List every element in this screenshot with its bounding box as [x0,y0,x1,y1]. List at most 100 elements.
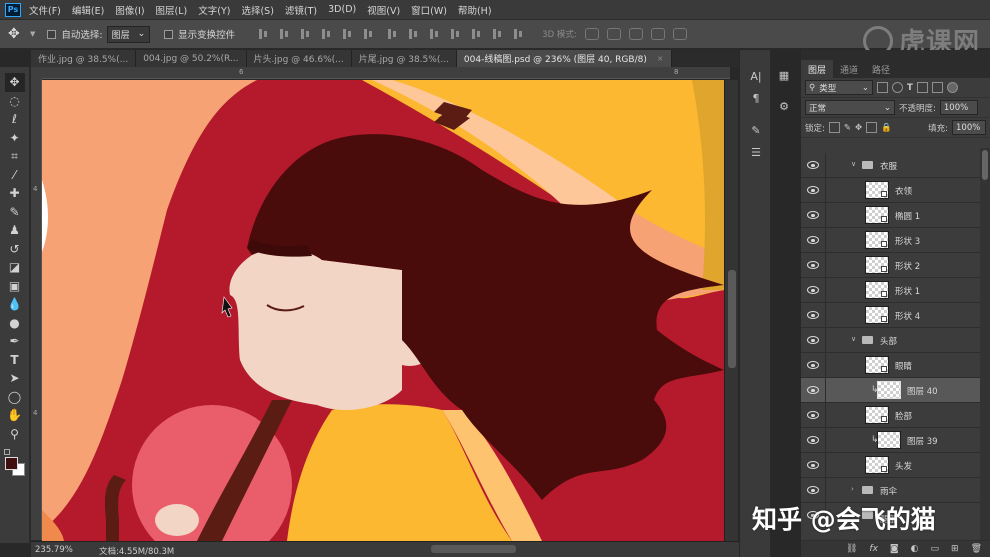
zoom-level[interactable]: 235.79% [35,545,73,555]
new-layer-icon[interactable]: ⊞ [951,544,959,554]
clone-stamp-tool-icon[interactable]: ♟ [5,221,25,240]
visibility-eye-icon[interactable] [807,211,819,219]
tab-document-2[interactable]: 004.jpg @ 50.2%(R... [136,50,247,67]
brush-presets-icon[interactable]: ☰ [748,144,764,160]
distribute-bottom-icon[interactable] [428,28,440,40]
ruler-vertical[interactable]: 4 4 [31,79,42,540]
history-panel-icon[interactable]: ▦ [776,67,792,83]
pen-tool-icon[interactable]: ✒ [5,332,25,351]
menu-type[interactable]: 文字(Y) [198,3,230,17]
horizontal-scrollbar-thumb[interactable] [431,545,516,553]
tab-document-3[interactable]: 片头.jpg @ 46.6%(... [246,50,352,67]
visibility-eye-icon[interactable] [807,336,819,344]
menu-view[interactable]: 视图(V) [367,3,400,17]
foreground-color-swatch[interactable] [4,457,18,470]
align-right-icon[interactable] [362,28,374,40]
add-mask-icon[interactable]: ◙ [890,544,899,554]
layer-row-group[interactable]: ∨ 头部 [801,328,990,353]
lock-position-icon[interactable]: ✥ [855,123,862,133]
brush-tool-icon[interactable]: ✎ [5,203,25,222]
move-tool-icon[interactable]: ✥ [8,25,30,43]
gradient-tool-icon[interactable]: ▣ [5,277,25,296]
align-left-icon[interactable] [320,28,332,40]
chevron-down-icon[interactable]: ∨ [851,160,856,168]
lock-artboard-icon[interactable] [866,122,878,133]
distribute-hcenter-icon[interactable] [470,28,482,40]
chevron-right-icon[interactable]: › [851,485,854,493]
tab-channels[interactable]: 通道 [833,60,865,78]
menu-layer[interactable]: 图层(L) [156,3,188,17]
align-vcenter-icon[interactable] [278,28,290,40]
eyedropper-tool-icon[interactable]: ⁄ [5,166,25,185]
auto-select-checkbox[interactable] [47,29,57,39]
eraser-tool-icon[interactable]: ◪ [5,258,25,277]
document-canvas[interactable] [42,80,724,541]
link-layers-icon[interactable]: ⛓ [846,544,857,554]
scrollbar-thumb[interactable] [982,150,988,180]
menu-help[interactable]: 帮助(H) [458,3,492,17]
menu-window[interactable]: 窗口(W) [411,3,447,17]
blur-tool-icon[interactable]: 💧 [5,295,25,314]
new-group-icon[interactable]: ▭ [931,544,940,554]
filter-toggle-icon[interactable] [946,82,958,93]
crop-tool-icon[interactable]: ⌗ [5,147,25,166]
tab-layers[interactable]: 图层 [801,60,834,78]
show-transform-checkbox[interactable] [164,29,174,39]
auto-select-dropdown[interactable]: 图层 ⌄ [106,25,151,43]
align-bottom-icon[interactable] [299,28,311,40]
roll-3d-icon[interactable] [606,28,621,40]
layer-filter-dropdown[interactable]: ⚲ 类型 ⌄ [805,80,873,95]
layers-scrollbar[interactable] [980,148,990,540]
move-tool-icon[interactable]: ✥ [4,73,25,92]
tab-document-4[interactable]: 片尾.jpg @ 38.5%(... [351,50,457,67]
visibility-eye-icon[interactable] [807,411,819,419]
marquee-tool-icon[interactable]: ◌ [5,92,25,111]
healing-brush-tool-icon[interactable]: ✚ [5,184,25,203]
lock-transparent-icon[interactable] [828,122,840,133]
brush-panel-icon[interactable]: ✎ [748,122,764,138]
layer-row-selected[interactable]: ↳ 图层 40 [801,378,990,403]
tab-document-1[interactable]: 作业.jpg @ 38.5%(... [31,50,137,67]
ellipse-tool-icon[interactable]: ◯ [5,388,25,407]
filter-type-icon[interactable]: T [907,83,913,93]
visibility-eye-icon[interactable] [807,461,819,469]
paragraph-panel-icon[interactable]: ¶ [748,90,764,106]
visibility-eye-icon[interactable] [807,286,819,294]
ruler-corner[interactable] [31,67,42,79]
align-hcenter-icon[interactable] [341,28,353,40]
lasso-tool-icon[interactable]: ℓ [5,110,25,129]
visibility-eye-icon[interactable] [807,486,819,494]
menu-image[interactable]: 图像(I) [115,3,144,17]
chevron-down-icon[interactable]: ∨ [851,335,856,343]
layer-row[interactable]: 形状 2 [801,253,990,278]
slide-3d-icon[interactable] [650,28,665,40]
filter-shape-icon[interactable] [916,82,928,93]
visibility-eye-icon[interactable] [807,361,819,369]
default-colors-icon[interactable] [3,449,10,455]
drag-3d-icon[interactable] [628,28,643,40]
visibility-eye-icon[interactable] [807,386,819,394]
menu-3d[interactable]: 3D(D) [328,4,356,15]
layer-row[interactable]: 衣领 [801,178,990,203]
adjustment-layer-icon[interactable]: ◐ [911,544,919,554]
vertical-scrollbar[interactable] [724,80,738,541]
dodge-tool-icon[interactable]: ● [5,314,25,333]
layer-row[interactable]: 形状 1 [801,278,990,303]
auto-align-icon[interactable] [512,28,524,40]
ruler-horizontal[interactable]: 6 8 [42,67,730,79]
visibility-eye-icon[interactable] [807,161,819,169]
opacity-input[interactable]: 100% [939,100,978,115]
magic-wand-tool-icon[interactable]: ✦ [5,129,25,148]
distribute-vcenter-icon[interactable] [407,28,419,40]
visibility-eye-icon[interactable] [807,261,819,269]
zoom-tool-icon[interactable]: ⚲ [5,425,25,444]
menu-edit[interactable]: 编辑(E) [72,3,104,17]
layer-row[interactable]: 眼睛 [801,353,990,378]
filter-adjustment-icon[interactable] [892,82,903,93]
scrollbar-thumb[interactable] [728,270,736,368]
chevron-down-icon[interactable]: ▼ [30,30,35,38]
layer-row[interactable]: ↳ 图层 39 [801,428,990,453]
visibility-eye-icon[interactable] [807,236,819,244]
visibility-eye-icon[interactable] [807,311,819,319]
layer-row[interactable]: 椭圆 1 [801,203,990,228]
